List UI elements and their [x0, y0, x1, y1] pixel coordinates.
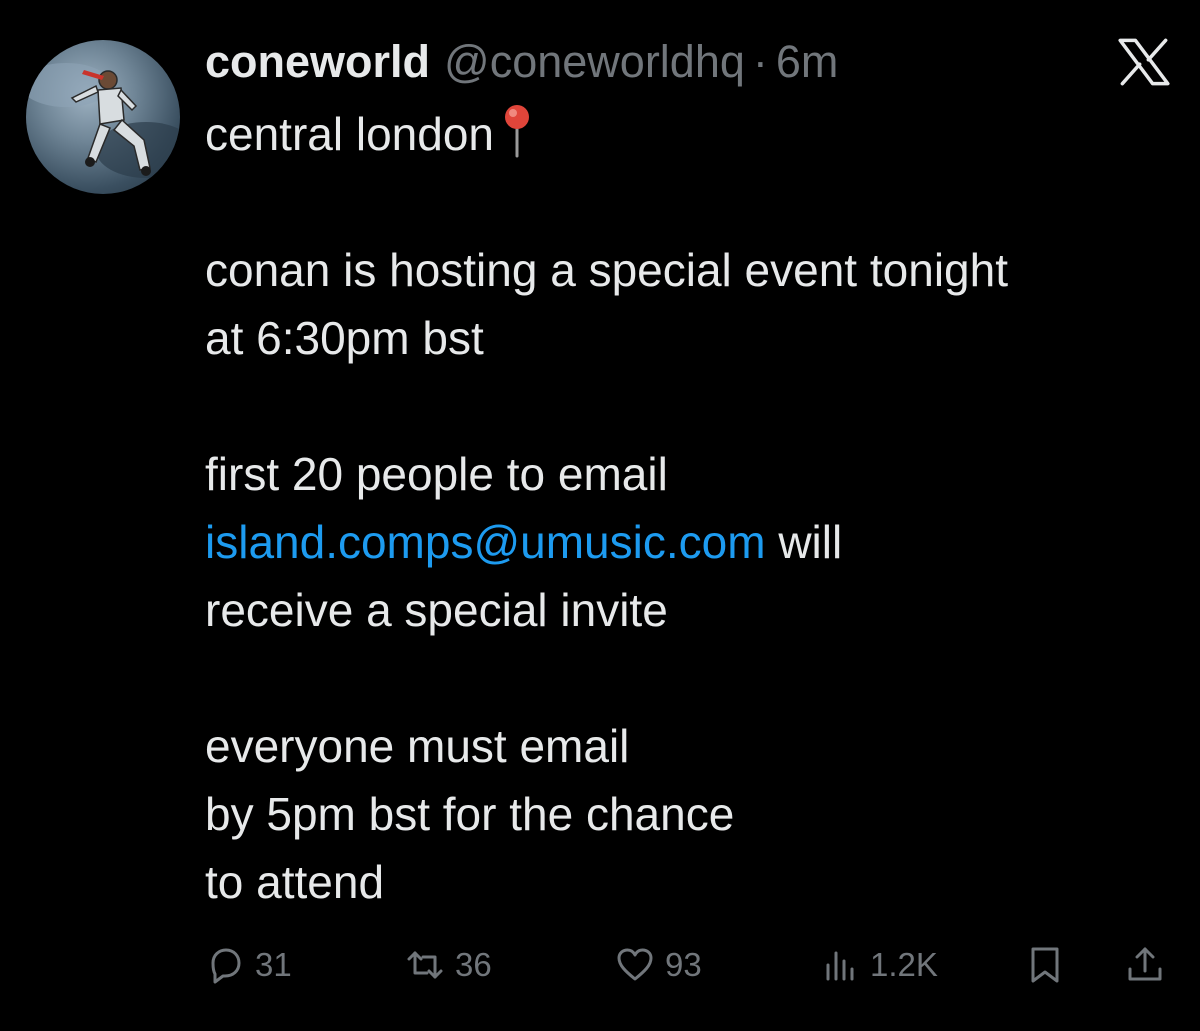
separator-dot: · — [752, 36, 768, 87]
post-line: everyone must email — [205, 720, 630, 772]
views-button[interactable]: 1.2K — [820, 940, 938, 990]
post-header: coneworld @coneworldhq · 6m — [205, 32, 838, 92]
profile-avatar[interactable] — [26, 40, 180, 194]
user-handle[interactable]: @coneworldhq — [444, 32, 745, 92]
post-timestamp[interactable]: 6m — [776, 32, 839, 92]
views-icon — [826, 951, 854, 981]
avatar-image — [26, 63, 180, 178]
post-line: central london — [205, 100, 1185, 168]
round-pushpin-icon — [502, 104, 532, 158]
repost-button[interactable]: 36 — [405, 940, 492, 990]
display-name[interactable]: coneworld — [205, 32, 430, 92]
tweet[interactable]: coneworld @coneworldhq · 6m central lond… — [0, 0, 1200, 1031]
post-line-text: will — [765, 516, 843, 568]
views-count: 1.2K — [870, 946, 938, 983]
reply-button[interactable]: 31 — [205, 940, 292, 990]
email-link[interactable]: island.comps@umusic.com — [205, 516, 766, 568]
post-blank-line — [205, 168, 1185, 236]
action-bar: 31 36 93 1.2K — [205, 940, 1175, 990]
bookmark-button[interactable] — [1025, 940, 1075, 990]
post-line: to attend — [205, 856, 385, 908]
share-button[interactable] — [1125, 940, 1175, 990]
post-body: central london conan is hosting a specia… — [205, 100, 1185, 916]
reply-icon — [211, 948, 241, 984]
post-line: first 20 people to email — [205, 448, 668, 500]
like-button[interactable]: 93 — [615, 940, 702, 990]
post-line: conan is hosting a special event tonight — [205, 244, 1008, 296]
like-count: 93 — [665, 946, 702, 983]
post-line: receive a special invite — [205, 584, 668, 636]
repost-count: 36 — [455, 946, 492, 983]
share-icon — [1128, 947, 1162, 981]
post-line: by 5pm bst for the chance — [205, 788, 735, 840]
post-line: island.comps@umusic.com will — [205, 508, 1185, 576]
reply-count: 31 — [255, 946, 292, 983]
x-logo-icon — [1118, 38, 1170, 86]
heart-icon — [617, 948, 653, 981]
post-line: at 6:30pm bst — [205, 312, 484, 364]
repost-icon — [407, 951, 443, 979]
post-line-text: central london — [205, 108, 494, 160]
post-blank-line — [205, 644, 1185, 712]
post-blank-line — [205, 372, 1185, 440]
bookmark-icon — [1031, 947, 1059, 983]
